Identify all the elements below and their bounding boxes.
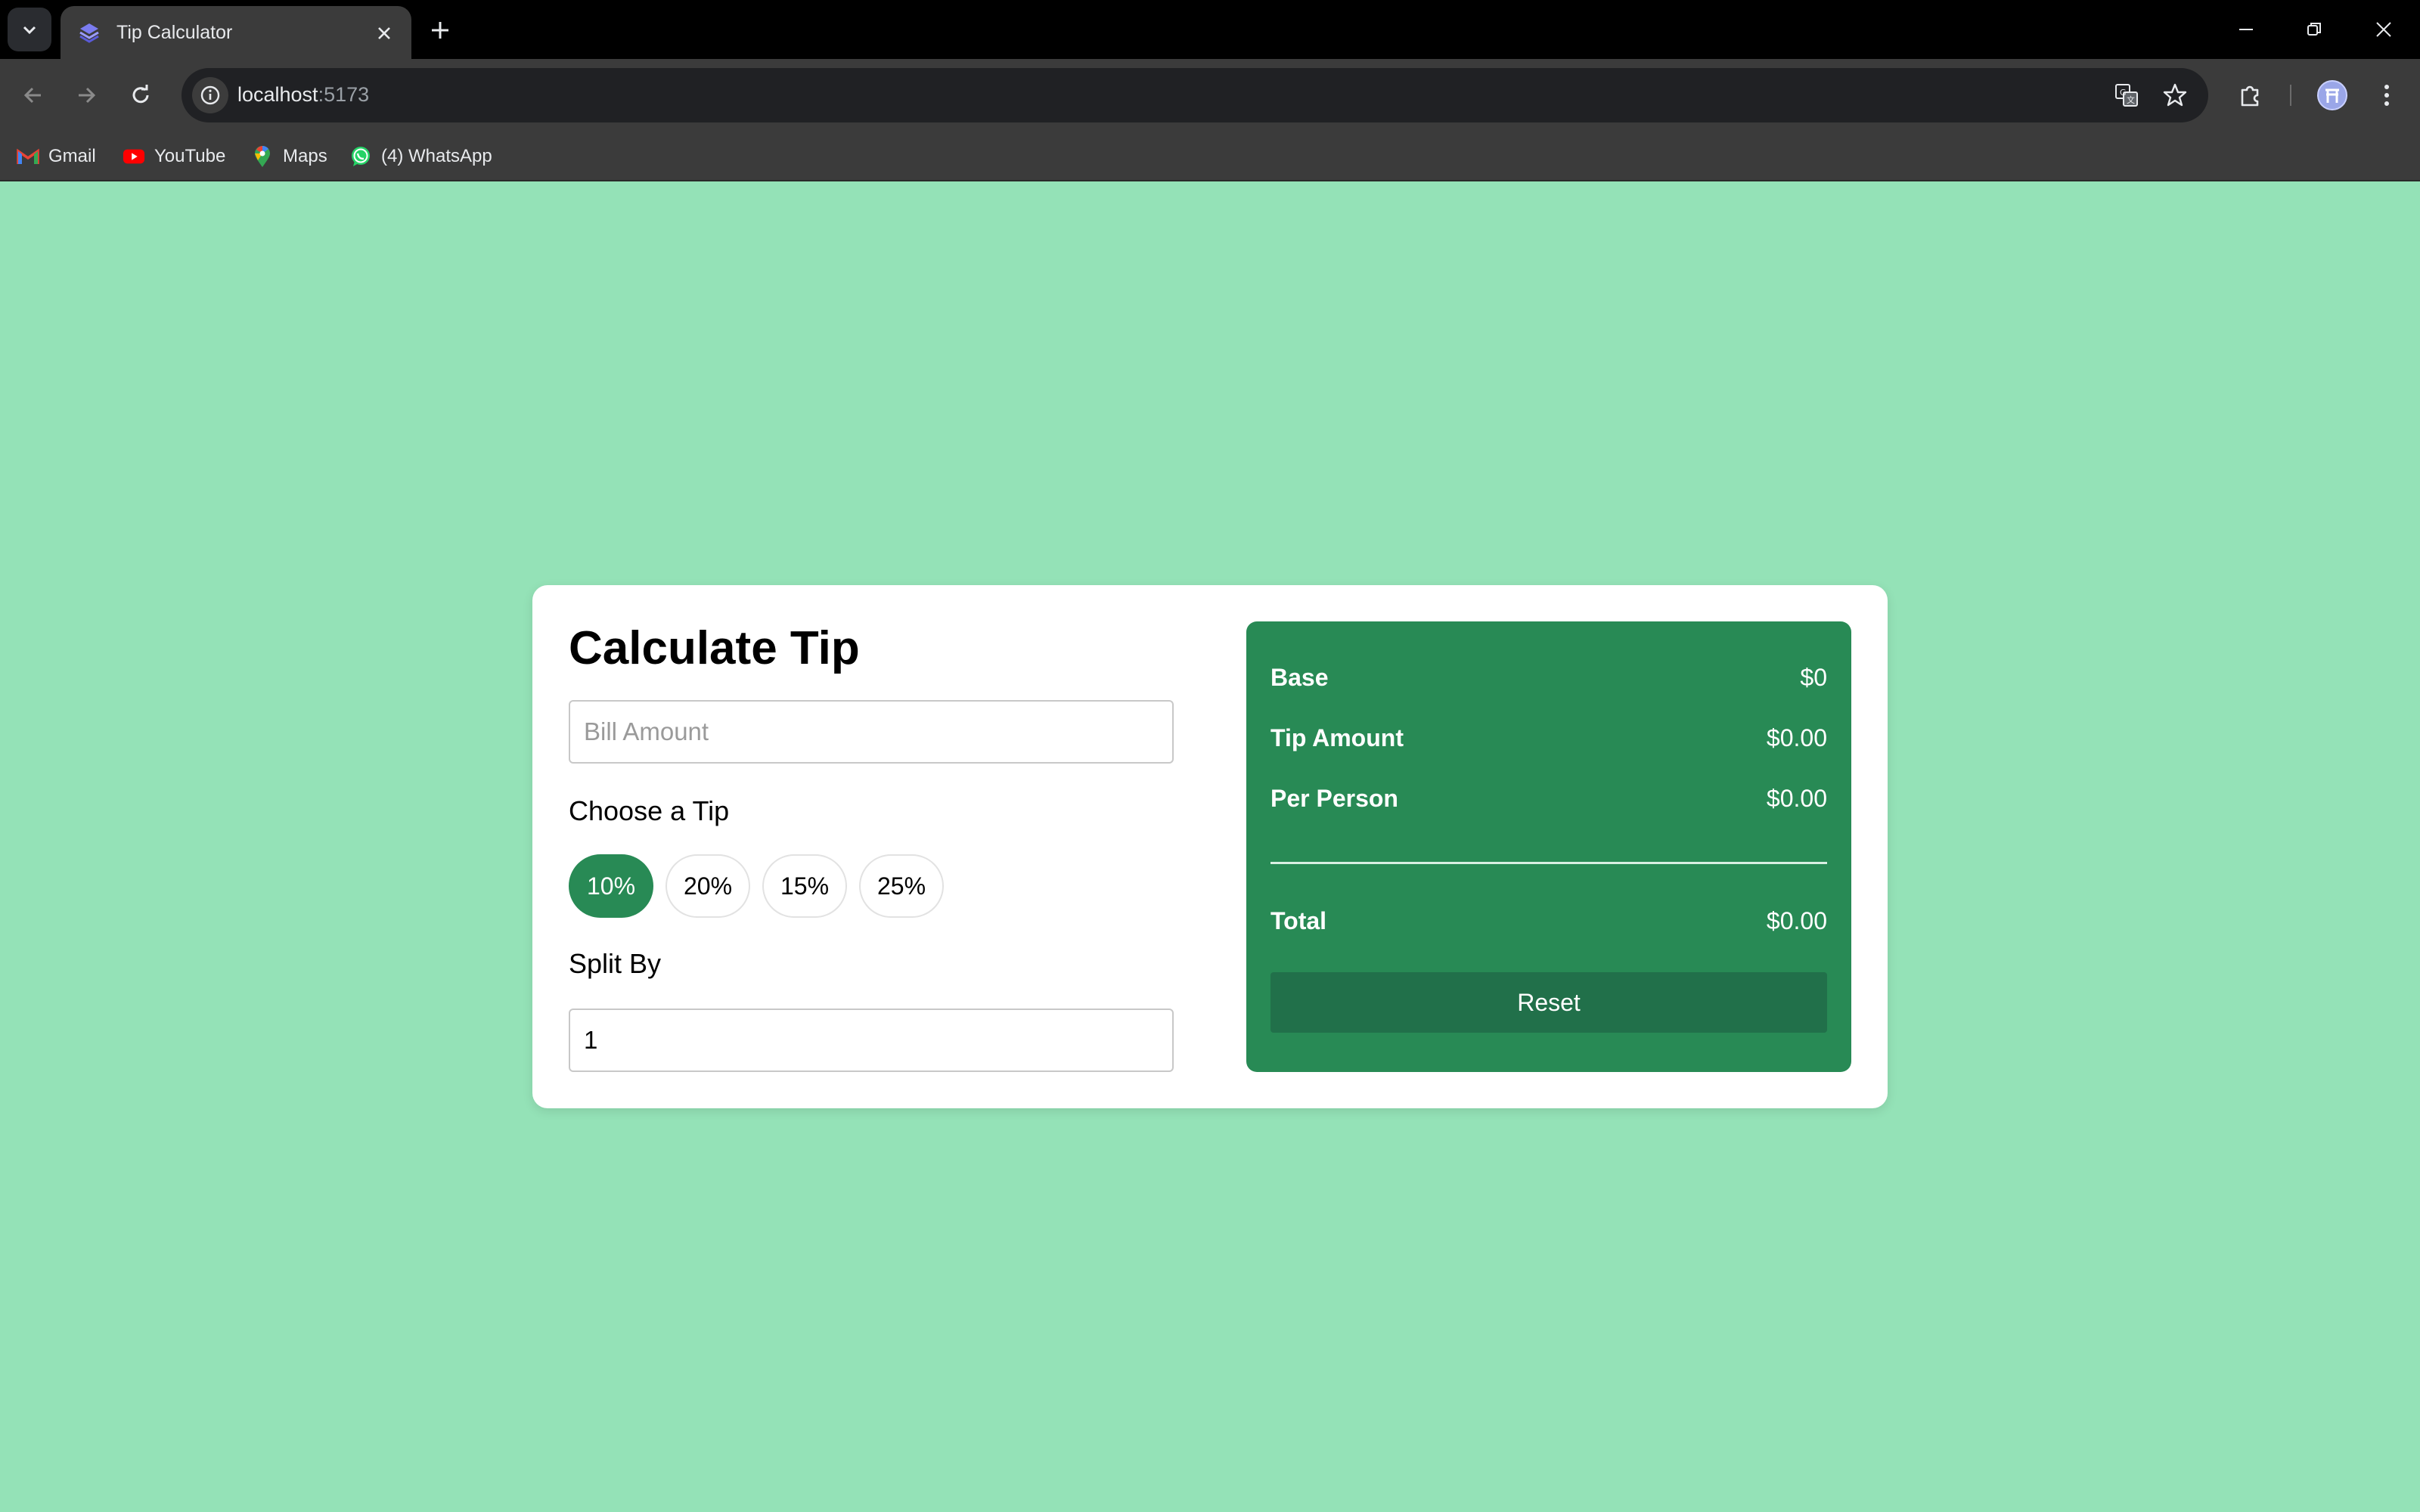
gmail-icon [17,145,39,168]
back-button[interactable] [15,77,51,113]
tip-amount-label: Tip Amount [1270,724,1404,751]
total-row: Total $0.00 [1270,907,1827,935]
toolbar-separator [2290,85,2291,106]
minimize-icon [2239,29,2253,30]
plus-icon [432,22,448,39]
minimize-button[interactable] [2223,11,2269,48]
reload-button[interactable] [123,77,159,113]
arrow-right-icon [79,87,96,104]
bookmark-youtube[interactable]: YouTube [123,141,225,172]
active-tab[interactable]: Tip Calculator [60,6,411,59]
close-window-button[interactable] [2361,11,2406,48]
tip-option-15[interactable]: 15% [762,854,847,918]
site-favicon-icon [79,23,99,43]
address-bar[interactable]: localhost:5173 G 文 [182,68,2208,122]
bookmark-whatsapp[interactable]: (4) WhatsApp [349,141,492,172]
summary-divider [1270,862,1827,864]
tip-option-20[interactable]: 20% [666,854,750,918]
total-label: Total [1270,907,1327,934]
svg-text:文: 文 [2127,94,2135,105]
extensions-button[interactable] [2232,77,2269,113]
site-info-button[interactable] [192,77,228,113]
reset-button[interactable]: Reset [1270,972,1827,1033]
tip-option-10[interactable]: 10% [569,854,653,918]
per-person-value: $0.00 [1766,785,1827,812]
close-icon [378,27,390,39]
bookmark-label: Gmail [48,146,96,166]
bookmark-maps[interactable]: Maps [251,141,327,172]
close-icon [2376,22,2391,37]
summary-panel: Base $0 Tip Amount $0.00 Per Person $0.0… [1246,621,1851,1072]
bookmark-gmail[interactable]: Gmail [17,141,96,172]
page-title: Calculate Tip [569,622,860,674]
base-label: Base [1270,664,1329,691]
svg-text:G: G [2120,88,2127,98]
split-by-input[interactable] [569,1009,1174,1072]
bookmarks-bar: Gmail YouTube Maps (4) WhatsApp [0,132,2420,181]
tab-title: Tip Calculator [116,21,233,43]
bookmark-star-button[interactable] [2158,79,2192,112]
bookmark-label: (4) WhatsApp [381,146,492,166]
url-text: localhost:5173 [237,83,369,107]
per-person-row: Per Person $0.00 [1270,785,1827,813]
youtube-icon [123,145,145,168]
puzzle-icon [2241,85,2259,107]
base-value: $0 [1800,664,1827,691]
chevron-down-icon [23,26,36,35]
base-row: Base $0 [1270,664,1827,692]
total-value: $0.00 [1766,907,1827,934]
avatar-icon [2325,88,2339,103]
tab-search-button[interactable] [8,8,51,51]
tip-calculator-card: Calculate Tip Choose a Tip 10% 20% 15% 2… [532,585,1888,1108]
url-host: localhost [237,83,318,106]
profile-avatar[interactable] [2317,80,2347,110]
restore-button[interactable] [2291,11,2337,48]
translate-icon: G 文 [2115,84,2138,107]
restore-icon [2307,23,2321,36]
tip-amount-value: $0.00 [1766,724,1827,751]
bookmark-label: YouTube [154,146,226,166]
bill-amount-input[interactable] [569,700,1174,764]
bookmark-label: Maps [283,146,327,166]
tip-amount-row: Tip Amount $0.00 [1270,724,1827,752]
tip-options: 10% 20% 15% 25% [569,854,944,918]
star-icon [2163,83,2187,107]
translate-button[interactable]: G 文 [2110,79,2143,112]
kebab-menu-icon [2384,85,2389,106]
url-port: :5173 [318,83,370,106]
browser-menu-button[interactable] [2369,77,2405,113]
split-by-label: Split By [569,948,662,979]
reload-icon [132,85,149,104]
whatsapp-icon [349,145,372,168]
arrow-left-icon [23,87,41,104]
forward-button[interactable] [68,77,104,113]
maps-icon [251,145,274,168]
new-tab-button[interactable] [424,14,457,47]
browser-toolbar: localhost:5173 G 文 [0,59,2420,132]
info-icon [200,85,220,105]
choose-tip-label: Choose a Tip [569,795,730,826]
tab-close-button[interactable] [371,20,398,47]
browser-tab-strip: Tip Calculator [0,0,2420,59]
per-person-label: Per Person [1270,785,1398,812]
tip-option-25[interactable]: 25% [859,854,944,918]
